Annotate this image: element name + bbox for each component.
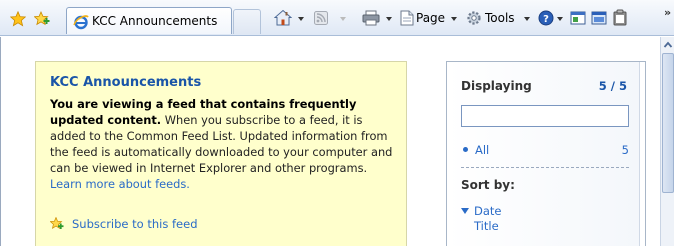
gear-icon xyxy=(466,10,482,26)
command-bar: KCC Announcements Page Tools ? » xyxy=(0,0,674,36)
page-icon xyxy=(400,10,414,26)
page-dropdown-icon[interactable] xyxy=(451,17,457,21)
feeds-dropdown-icon[interactable] xyxy=(340,17,346,21)
feed-description: You are viewing a feed that contains fre… xyxy=(50,96,394,192)
feed-info-panel: KCC Announcements You are viewing a feed… xyxy=(35,61,407,246)
sort-descending-icon xyxy=(461,208,469,214)
category-count: 5 xyxy=(621,143,629,157)
filter-panel-body: Displaying 5 / 5 All 5 Sort by: Date Tit… xyxy=(447,62,640,246)
help-dropdown-icon[interactable] xyxy=(557,17,563,21)
subscribe-row[interactable]: Subscribe to this feed xyxy=(49,216,198,231)
filter-search-input[interactable] xyxy=(461,105,629,127)
tab-kcc-announcements[interactable]: KCC Announcements xyxy=(66,7,232,34)
divider xyxy=(461,167,629,168)
feeds-icon[interactable] xyxy=(314,11,328,25)
page-menu-button[interactable]: Page xyxy=(416,11,445,25)
home-icon[interactable] xyxy=(273,9,293,27)
sort-by-label: Sort by: xyxy=(461,178,515,192)
tools-menu-button[interactable]: Tools xyxy=(485,11,515,25)
tools-dropdown-icon[interactable] xyxy=(524,17,530,21)
ie-page-icon xyxy=(73,14,89,30)
displaying-count: 5 / 5 xyxy=(598,79,627,93)
new-tab-button[interactable] xyxy=(233,9,261,34)
category-item-all[interactable]: All 5 xyxy=(461,142,629,158)
learn-more-link[interactable]: Learn more about feeds. xyxy=(50,177,190,191)
window-icon[interactable] xyxy=(591,10,607,26)
svg-text:?: ? xyxy=(543,14,549,25)
scrollbar-thumb[interactable] xyxy=(662,53,674,193)
sort-option-label: Date xyxy=(474,204,502,218)
research-icon[interactable] xyxy=(570,10,586,26)
toolbar-overflow-chevron-icon[interactable]: » xyxy=(664,6,671,19)
print-dropdown-icon[interactable] xyxy=(386,17,392,21)
scroll-up-arrow-icon[interactable] xyxy=(662,39,674,51)
blog-icon[interactable] xyxy=(613,9,627,26)
favorites-star-icon[interactable] xyxy=(9,10,27,27)
filter-panel: Displaying 5 / 5 All 5 Sort by: Date Tit… xyxy=(446,61,646,246)
feed-view: KCC Announcements You are viewing a feed… xyxy=(0,37,660,246)
add-favorites-icon[interactable] xyxy=(33,11,50,27)
help-icon[interactable]: ? xyxy=(538,10,554,26)
bullet-icon xyxy=(463,147,468,152)
add-favorites-icon xyxy=(49,216,64,231)
subscribe-link[interactable]: Subscribe to this feed xyxy=(72,217,198,231)
sort-option-title[interactable]: Title xyxy=(474,219,499,233)
print-icon[interactable] xyxy=(362,10,380,26)
feed-title: KCC Announcements xyxy=(50,75,202,90)
home-dropdown-icon[interactable] xyxy=(298,17,304,21)
vertical-scrollbar[interactable] xyxy=(660,37,674,246)
tab-title: KCC Announcements xyxy=(92,14,218,28)
category-label: All xyxy=(475,143,490,157)
displaying-label: Displaying xyxy=(461,79,532,93)
